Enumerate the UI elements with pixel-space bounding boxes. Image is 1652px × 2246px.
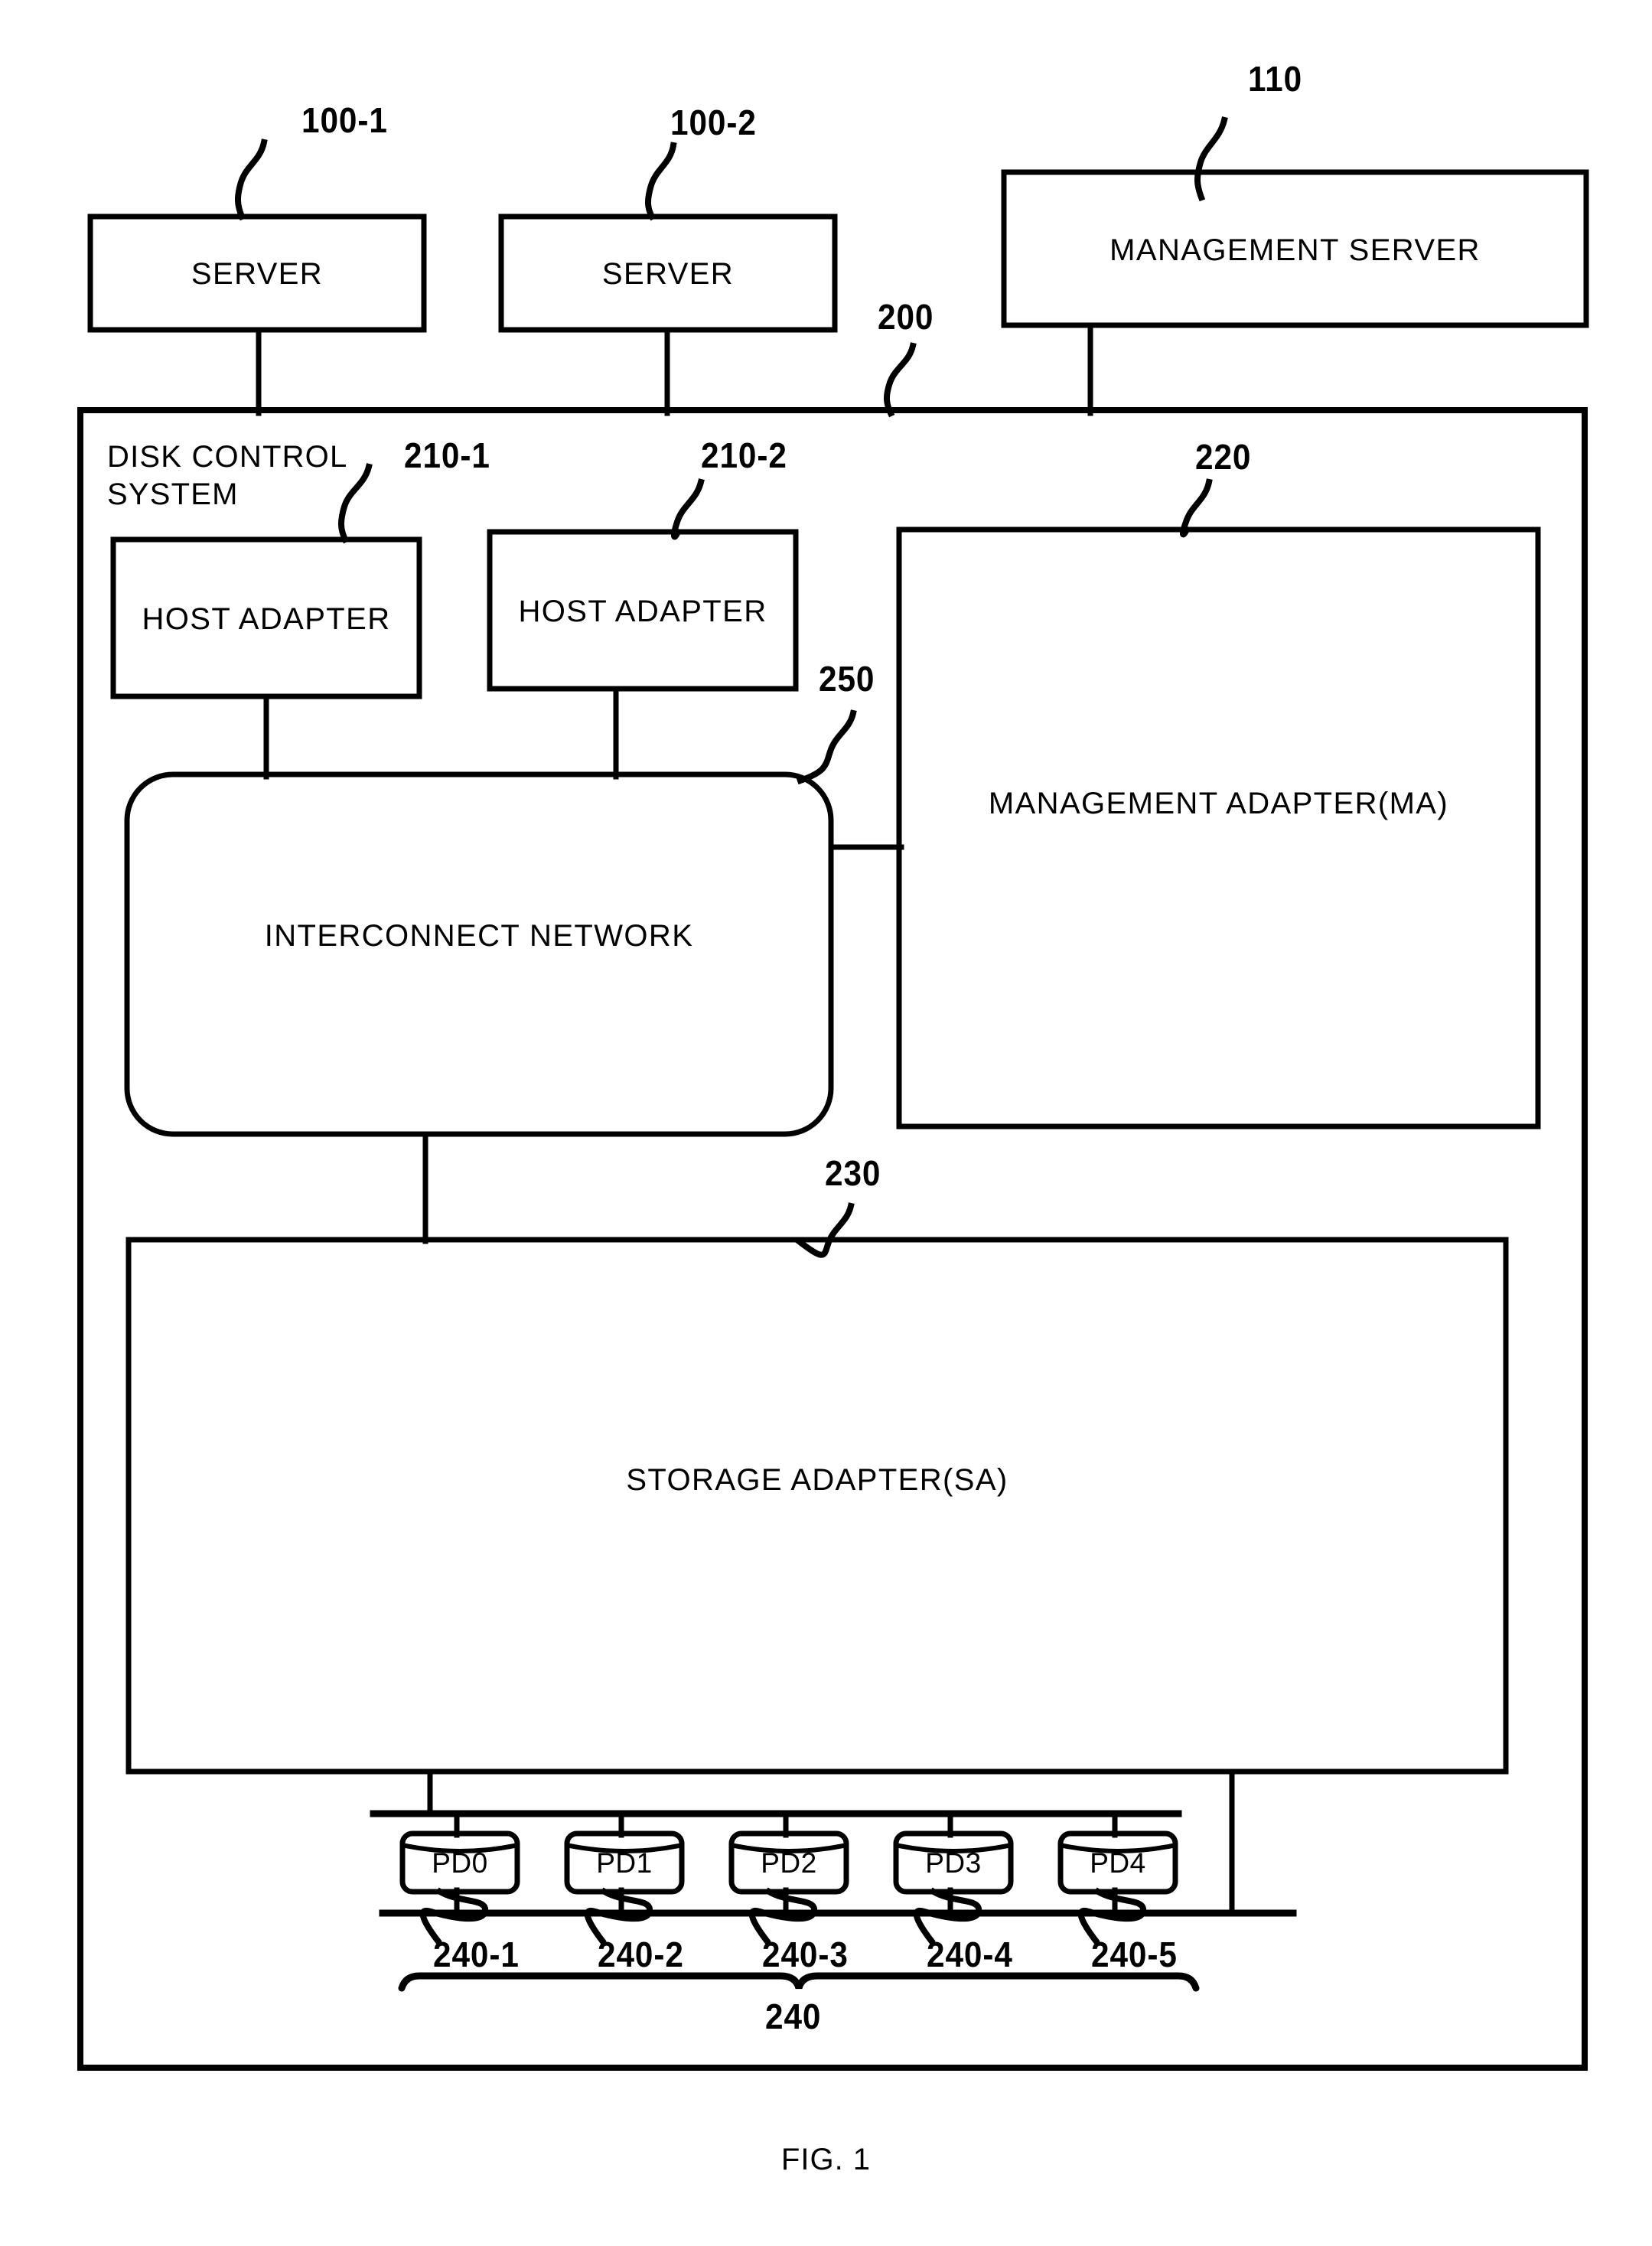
pd-label-4: PD4 xyxy=(1090,1847,1146,1879)
ref-200: 200 xyxy=(878,297,934,337)
ref-240-4: 240-4 xyxy=(927,1935,1013,1974)
leader-200 xyxy=(884,342,917,418)
leader-250 xyxy=(796,709,857,785)
ref-230: 230 xyxy=(825,1153,881,1193)
interconnect-network-label: INTERCONNECT NETWORK xyxy=(264,919,694,953)
storage-adapter-label: STORAGE ADAPTER(SA) xyxy=(626,1463,1008,1497)
ref-240-2: 240-2 xyxy=(598,1935,684,1974)
pd-label-0: PD0 xyxy=(432,1847,488,1879)
ref-220: 220 xyxy=(1195,437,1252,477)
host-adapter-2-label: HOST ADAPTER xyxy=(518,595,767,628)
brace-240-group xyxy=(398,1972,1200,1992)
ref-110: 110 xyxy=(1248,59,1303,99)
disk-control-system-label-line1: DISK CONTROL xyxy=(107,440,348,474)
storage-adapter-box xyxy=(125,1237,1509,1775)
leader-100-2 xyxy=(645,142,677,221)
ref-240-group: 240 xyxy=(765,1997,822,2036)
server-2-label: SERVER xyxy=(601,257,735,291)
ref-100-2: 100-2 xyxy=(670,103,757,142)
pd-label-2: PD2 xyxy=(761,1847,817,1879)
ref-240-3: 240-3 xyxy=(762,1935,849,1974)
ref-210-1: 210-1 xyxy=(404,435,490,475)
management-server-label: MANAGEMENT SERVER xyxy=(1109,233,1481,267)
leader-230 xyxy=(794,1202,855,1258)
leader-110 xyxy=(1194,116,1228,202)
management-adapter-label: MANAGEMENT ADAPTER(MA) xyxy=(988,787,1449,820)
leader-100-1 xyxy=(235,139,268,221)
leader-210-1 xyxy=(338,463,373,544)
interconnect-network-box xyxy=(124,771,834,1137)
ref-210-2: 210-2 xyxy=(701,435,787,475)
figure-caption: FIG. 1 xyxy=(780,2143,872,2176)
ref-240-5: 240-5 xyxy=(1091,1935,1178,1974)
figure-page: 100-1 100-2 110 200 210-1 210-2 220 250 … xyxy=(0,0,1652,2246)
ref-100-1: 100-1 xyxy=(301,100,388,140)
pd-label-3: PD3 xyxy=(925,1847,982,1879)
host-adapter-1-label: HOST ADAPTER xyxy=(142,602,391,636)
server-1-label: SERVER xyxy=(191,257,324,291)
pd-label-1: PD1 xyxy=(596,1847,653,1879)
ref-250: 250 xyxy=(819,659,875,699)
figure-line-art xyxy=(77,116,1589,2071)
leader-220 xyxy=(1180,478,1213,538)
leader-210-2 xyxy=(671,478,705,540)
ref-240-1: 240-1 xyxy=(433,1935,520,1974)
management-adapter-box xyxy=(896,526,1541,1130)
disk-control-system-label-line2: SYSTEM xyxy=(107,478,239,511)
